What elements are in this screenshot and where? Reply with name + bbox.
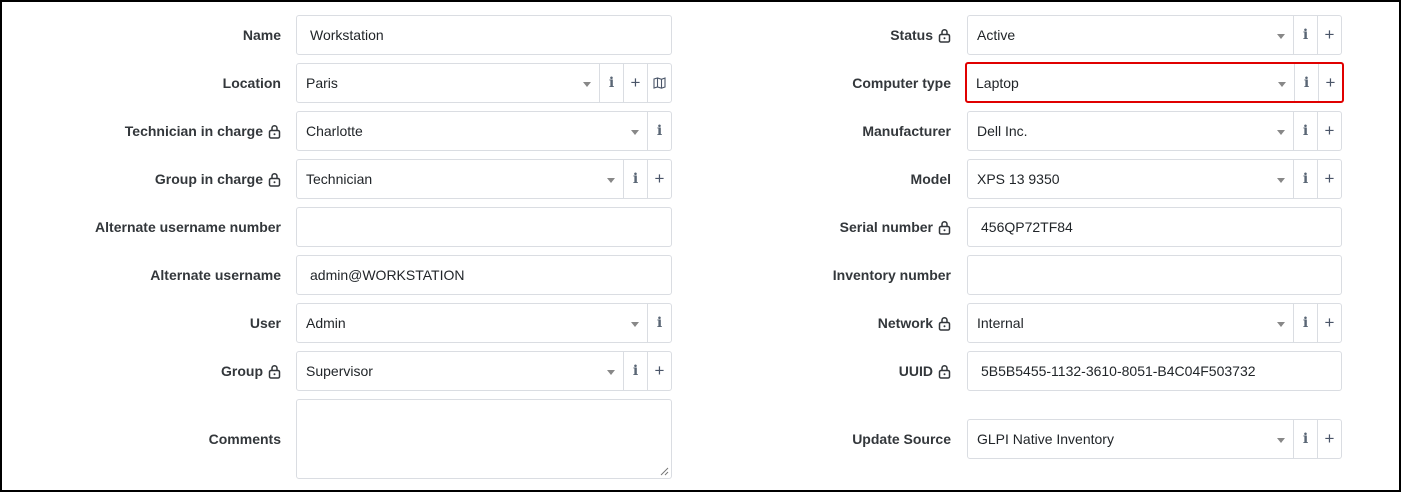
group-in-charge-label: Group in charge [2,159,281,199]
lock-icon [938,316,951,331]
lock-icon [938,364,951,379]
add-icon[interactable]: + [647,160,671,198]
uuid-label: UUID [702,351,951,391]
technician-select[interactable]: Charlotte [297,112,647,150]
location-select-group: Paris i + [296,63,672,103]
group-in-charge-select-group: Technician i + [296,159,672,199]
update-source-label: Update Source [852,431,951,447]
chevron-down-icon [607,370,615,375]
comments-textarea[interactable] [296,399,672,479]
chevron-down-icon [631,130,639,135]
computer-type-select[interactable]: Laptop [967,64,1294,101]
group-select[interactable]: Supervisor [297,352,623,390]
chevron-down-icon [1277,130,1285,135]
status-select[interactable]: Active [968,16,1293,54]
network-label: Network [702,303,951,343]
alt-username-input[interactable]: admin@WORKSTATION [296,255,672,295]
add-icon[interactable]: + [1317,160,1341,198]
add-icon[interactable]: + [623,64,647,102]
technician-select-group: Charlotte i [296,111,672,151]
user-select[interactable]: Admin [297,304,647,342]
lock-icon [268,172,281,187]
info-icon[interactable]: i [1293,112,1317,150]
info-icon[interactable]: i [1293,304,1317,342]
add-icon[interactable]: + [1317,304,1341,342]
name-input[interactable]: Workstation [296,15,672,55]
computer-type-select-group: Laptop i + [965,62,1344,103]
network-select[interactable]: Internal [968,304,1293,342]
chevron-down-icon [1277,322,1285,327]
form-frame: Name Workstation Location Paris i + Tech… [0,0,1401,492]
location-select[interactable]: Paris [297,64,599,102]
info-icon[interactable]: i [647,112,671,150]
user-label: User [249,315,281,331]
info-icon[interactable]: i [1293,160,1317,198]
info-icon[interactable]: i [1293,16,1317,54]
model-select-group: XPS 13 9350 i + [967,159,1342,199]
model-select[interactable]: XPS 13 9350 [968,160,1293,198]
alt-username-number-input[interactable] [296,207,672,247]
add-icon[interactable]: + [647,352,671,390]
chevron-down-icon [1278,82,1286,87]
alt-username-number-label: Alternate username number [95,219,281,235]
inventory-number-label: Inventory number [832,267,951,283]
add-icon[interactable]: + [1317,420,1341,458]
chevron-down-icon [1277,438,1285,443]
inventory-number-input[interactable] [967,255,1342,295]
info-icon[interactable]: i [1293,420,1317,458]
update-source-select-group: GLPI Native Inventory i + [967,419,1342,459]
network-select-group: Internal i + [967,303,1342,343]
info-icon[interactable]: i [623,352,647,390]
computer-type-label: Computer type [852,75,951,91]
group-in-charge-select[interactable]: Technician [297,160,623,198]
group-select-group: Supervisor i + [296,351,672,391]
serial-number-label: Serial number [702,207,951,247]
info-icon[interactable]: i [647,304,671,342]
chevron-down-icon [631,322,639,327]
status-select-group: Active i + [967,15,1342,55]
manufacturer-select-group: Dell Inc. i + [967,111,1342,151]
manufacturer-label: Manufacturer [862,123,951,139]
group-label: Group [2,351,281,391]
uuid-input[interactable]: 5B5B5455-1132-3610-8051-B4C04F503732 [967,351,1342,391]
status-label: Status [702,15,951,55]
info-icon[interactable]: i [623,160,647,198]
lock-icon [268,364,281,379]
manufacturer-select[interactable]: Dell Inc. [968,112,1293,150]
comments-label: Comments [208,431,281,447]
model-label: Model [910,171,951,187]
info-icon[interactable]: i [599,64,623,102]
info-icon[interactable]: i [1294,64,1318,101]
lock-icon [938,28,951,43]
chevron-down-icon [607,178,615,183]
chevron-down-icon [1277,178,1285,183]
add-icon[interactable]: + [1318,64,1342,101]
chevron-down-icon [1277,34,1285,39]
update-source-select[interactable]: GLPI Native Inventory [968,420,1293,458]
add-icon[interactable]: + [1317,16,1341,54]
lock-icon [938,220,951,235]
serial-number-input[interactable]: 456QP72TF84 [967,207,1342,247]
add-icon[interactable]: + [1317,112,1341,150]
resize-handle-icon[interactable] [660,467,669,476]
map-icon[interactable] [647,64,671,102]
technician-label: Technician in charge [2,111,281,151]
user-select-group: Admin i [296,303,672,343]
location-label: Location [222,75,281,91]
chevron-down-icon [583,82,591,87]
name-label: Name [242,27,281,43]
lock-icon [268,124,281,139]
alt-username-label: Alternate username [150,267,281,283]
